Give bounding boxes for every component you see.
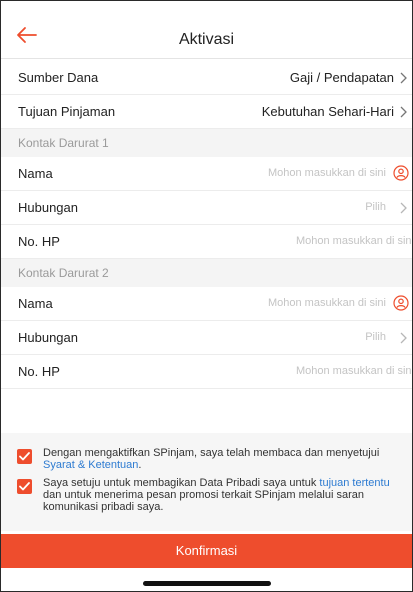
sumber-dana-label: Sumber Dana <box>18 70 99 85</box>
data-sharing-checkbox[interactable] <box>17 479 32 494</box>
contact-1-name-label: Nama <box>18 166 53 181</box>
contact-1-name-row: Nama Mohon masukkan di sini <box>1 157 412 191</box>
app-frame: Aktivasi Sumber Dana Gaji / Pendapatan T… <box>0 0 413 592</box>
page-title: Aktivasi <box>178 31 235 48</box>
contact-2-relation-row[interactable]: Hubungan Pilih <box>1 321 412 355</box>
terms-consent-text: Dengan mengaktifkan SPinjam, saya telah … <box>43 447 397 471</box>
contact-book-icon[interactable] <box>393 165 409 181</box>
contact-1-relation-select[interactable]: Pilih <box>365 201 386 213</box>
contact-1-heading-text: Kontak Darurat 1 <box>18 136 109 150</box>
contact-2-name-input[interactable]: Mohon masukkan di sini <box>268 297 386 309</box>
consent-section: Dengan mengaktifkan SPinjam, saya telah … <box>1 433 412 531</box>
terms-consent: Dengan mengaktifkan SPinjam, saya telah … <box>17 447 397 471</box>
contact-1-phone-input[interactable]: Mohon masukkan di sini <box>296 235 412 247</box>
checkmark-icon <box>19 452 30 461</box>
terms-text-after: . <box>138 459 142 471</box>
contact-1-name-input[interactable]: Mohon masukkan di sini <box>268 167 386 179</box>
contact-2-heading-text: Kontak Darurat 2 <box>18 266 109 280</box>
contact-2-heading: Kontak Darurat 2 <box>1 259 412 287</box>
contact-1-phone-label: No. HP <box>18 234 60 249</box>
tujuan-pinjaman-label: Tujuan Pinjaman <box>18 104 116 119</box>
contact-2-relation-select[interactable]: Pilih <box>365 331 386 343</box>
data-sharing-text-before: Saya setuju untuk membagikan Data Pribad… <box>43 477 320 489</box>
chevron-right-icon <box>399 331 409 344</box>
contact-2-phone-row: No. HP Mohon masukkan di sini <box>1 355 412 389</box>
terms-link[interactable]: Syarat & Ketentuan <box>43 459 138 471</box>
purpose-link[interactable]: tujuan tertentu <box>319 477 389 489</box>
contact-2-phone-label: No. HP <box>18 364 60 379</box>
tujuan-pinjaman-row[interactable]: Tujuan Pinjaman Kebutuhan Sehari-Hari <box>1 95 412 129</box>
contact-1-relation-row[interactable]: Hubungan Pilih <box>1 191 412 225</box>
chevron-right-icon <box>399 201 409 214</box>
header: Aktivasi <box>1 1 412 59</box>
contact-1-phone-row: No. HP Mohon masukkan di sini <box>1 225 412 259</box>
terms-checkbox[interactable] <box>17 449 32 464</box>
checkmark-icon <box>19 482 30 491</box>
terms-text-before: Dengan mengaktifkan SPinjam, saya telah … <box>43 447 380 459</box>
data-sharing-text-after: dan untuk menerima pesan promosi terkait… <box>43 489 364 513</box>
contact-2-name-row: Nama Mohon masukkan di sini <box>1 287 412 321</box>
chevron-right-icon <box>399 71 409 84</box>
form-list: Sumber Dana Gaji / Pendapatan Tujuan Pin… <box>1 61 412 389</box>
home-indicator[interactable] <box>143 581 271 586</box>
contact-2-name-label: Nama <box>18 296 53 311</box>
contact-1-relation-label: Hubungan <box>18 200 78 215</box>
data-sharing-consent-text: Saya setuju untuk membagikan Data Pribad… <box>43 477 397 513</box>
contact-book-icon[interactable] <box>393 295 409 311</box>
data-sharing-consent: Saya setuju untuk membagikan Data Pribad… <box>17 477 397 513</box>
chevron-right-icon <box>399 105 409 118</box>
contact-2-phone-input[interactable]: Mohon masukkan di sini <box>296 365 412 377</box>
contact-2-relation-label: Hubungan <box>18 330 78 345</box>
sumber-dana-value: Gaji / Pendapatan <box>289 70 394 85</box>
confirm-button[interactable]: Konfirmasi <box>1 534 412 568</box>
sumber-dana-row[interactable]: Sumber Dana Gaji / Pendapatan <box>1 61 412 95</box>
tujuan-pinjaman-value: Kebutuhan Sehari-Hari <box>261 104 394 119</box>
contact-1-heading: Kontak Darurat 1 <box>1 129 412 157</box>
